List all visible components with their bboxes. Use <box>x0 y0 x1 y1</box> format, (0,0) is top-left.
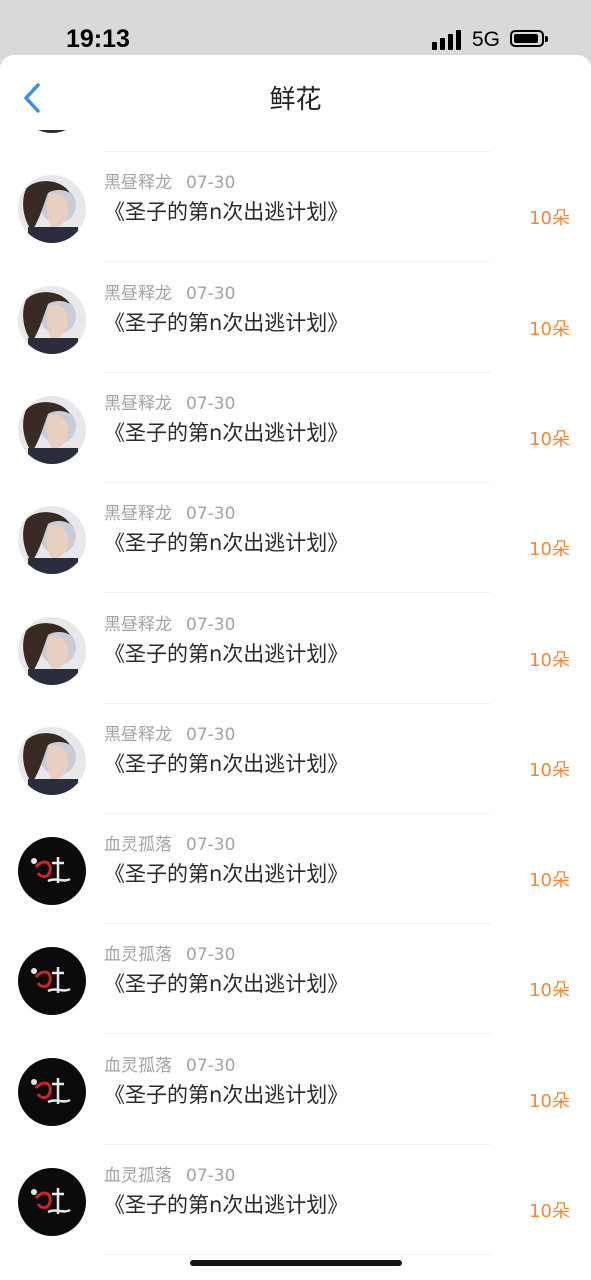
book-title[interactable]: 《圣子的第n次出逃计划》 <box>104 417 348 447</box>
date: 07-30 <box>186 1055 236 1076</box>
avatar[interactable] <box>18 1168 86 1236</box>
item-meta: 血灵孤落 07-30 <box>104 1051 235 1076</box>
avatar[interactable] <box>18 947 86 1016</box>
date: 07-30 <box>186 614 236 635</box>
username[interactable]: 黑昼释龙 <box>104 173 172 193</box>
list-item[interactable]: 黑昼释龙 07-30 《圣子的第n次出逃计划》 10朵 <box>0 152 591 263</box>
username[interactable]: 血灵孤落 <box>104 1056 172 1076</box>
status-bar: 19:13 5G <box>0 0 591 58</box>
date: 07-30 <box>186 945 236 966</box>
item-meta: 黑昼释龙 07-30 <box>104 610 235 635</box>
item-meta: 黑昼释龙 07-30 <box>104 279 235 304</box>
home-indicator <box>190 1260 402 1266</box>
date: 07-30 <box>186 393 236 414</box>
username[interactable]: 血灵孤落 <box>104 835 172 855</box>
divider <box>104 1254 491 1255</box>
date: 07-30 <box>186 504 236 525</box>
list-item[interactable]: 黑昼释龙 07-30 《圣子的第n次出逃计划》 10朵 <box>0 263 591 373</box>
avatar[interactable] <box>18 506 86 575</box>
avatar[interactable] <box>18 395 86 464</box>
book-title[interactable]: 《圣子的第n次出逃计划》 <box>104 858 348 888</box>
book-title[interactable]: 《圣子的第n次出逃计划》 <box>104 1189 348 1219</box>
username[interactable]: 黑昼释龙 <box>104 504 172 524</box>
item-meta: 黑昼释龙 07-30 <box>104 499 235 524</box>
list-item[interactable]: 黑昼释龙 07-30 《圣子的第n次出逃计划》 10朵 <box>0 373 591 483</box>
flower-count: 10朵 <box>529 1201 570 1222</box>
list-item[interactable]: 黑昼释龙07-30《圣子的第n次出逃计划》1朵 <box>0 130 591 152</box>
battery-icon <box>510 30 548 47</box>
book-title[interactable]: 《圣子的第n次出逃计划》 <box>104 527 348 557</box>
book-title[interactable]: 《圣子的第n次出逃计划》 <box>104 1079 348 1109</box>
flower-count: 10朵 <box>529 208 570 230</box>
flower-count: 10朵 <box>529 428 570 450</box>
avatar[interactable] <box>18 130 86 133</box>
flower-count: 10朵 <box>529 980 570 1002</box>
list-item[interactable]: 血灵孤落 07-30 《圣子的第n次出逃计划》 10朵 <box>0 924 591 1035</box>
flower-list[interactable]: 黑昼释龙07-30《圣子的第n次出逃计划》1朵黑昼释龙07-30《圣子的第n次出… <box>0 130 591 1280</box>
avatar[interactable] <box>18 837 86 906</box>
status-time: 19:13 <box>66 25 130 53</box>
book-title[interactable]: 《圣子的第n次出逃计划》 <box>104 307 348 337</box>
date: 07-30 <box>186 173 236 194</box>
avatar[interactable] <box>18 285 86 354</box>
list-item[interactable]: 血灵孤落 07-30 《圣子的第n次出逃计划》 10朵 <box>0 1035 591 1145</box>
list-item[interactable]: 血灵孤落 07-30 《圣子的第n次出逃计划》 10朵 <box>0 1145 591 1255</box>
flower-count: 10朵 <box>529 1090 570 1112</box>
item-meta: 血灵孤落 07-30 <box>104 940 235 965</box>
book-title[interactable]: 《圣子的第n次出逃计划》 <box>104 968 348 998</box>
date: 07-30 <box>186 724 236 745</box>
avatar[interactable] <box>18 1057 86 1126</box>
date: 07-30 <box>186 1166 236 1186</box>
username[interactable]: 血灵孤落 <box>104 1166 172 1186</box>
item-meta: 血灵孤落 07-30 <box>104 830 235 855</box>
list-item[interactable]: 黑昼释龙 07-30 《圣子的第n次出逃计划》 10朵 <box>0 483 591 594</box>
avatar[interactable] <box>18 616 86 685</box>
username[interactable]: 黑昼释龙 <box>104 284 172 304</box>
avatar[interactable] <box>18 175 86 244</box>
flower-count: 10朵 <box>529 318 570 340</box>
list-item[interactable]: 黑昼释龙 07-30 《圣子的第n次出逃计划》 10朵 <box>0 594 591 704</box>
book-title[interactable]: 《圣子的第n次出逃计划》 <box>104 196 348 226</box>
date: 07-30 <box>186 835 236 856</box>
username[interactable]: 黑昼释龙 <box>104 615 172 635</box>
username[interactable]: 血灵孤落 <box>104 945 172 965</box>
book-title[interactable]: 《圣子的第n次出逃计划》 <box>104 748 348 778</box>
signal-icon <box>432 30 464 50</box>
flower-count: 10朵 <box>529 649 570 671</box>
item-meta: 黑昼释龙 07-30 <box>104 720 235 745</box>
date: 07-30 <box>186 283 236 304</box>
list-item[interactable]: 血灵孤落 07-30 《圣子的第n次出逃计划》 10朵 <box>0 814 591 925</box>
list-item[interactable]: 黑昼释龙 07-30 《圣子的第n次出逃计划》 10朵 <box>0 704 591 814</box>
item-meta: 血灵孤落 07-30 <box>104 1161 235 1186</box>
item-meta: 黑昼释龙 07-30 <box>104 389 235 414</box>
book-title[interactable]: 《圣子的第n次出逃计划》 <box>104 638 348 668</box>
username[interactable]: 黑昼释龙 <box>104 725 172 745</box>
avatar[interactable] <box>18 726 86 795</box>
username[interactable]: 黑昼释龙 <box>104 394 172 414</box>
page-title: 鲜花 <box>269 85 322 115</box>
item-meta: 黑昼释龙 07-30 <box>104 168 235 193</box>
flower-count: 10朵 <box>529 870 570 892</box>
flower-count: 10朵 <box>529 759 570 781</box>
network-type: 5G <box>472 28 501 51</box>
flower-count: 10朵 <box>529 539 570 561</box>
